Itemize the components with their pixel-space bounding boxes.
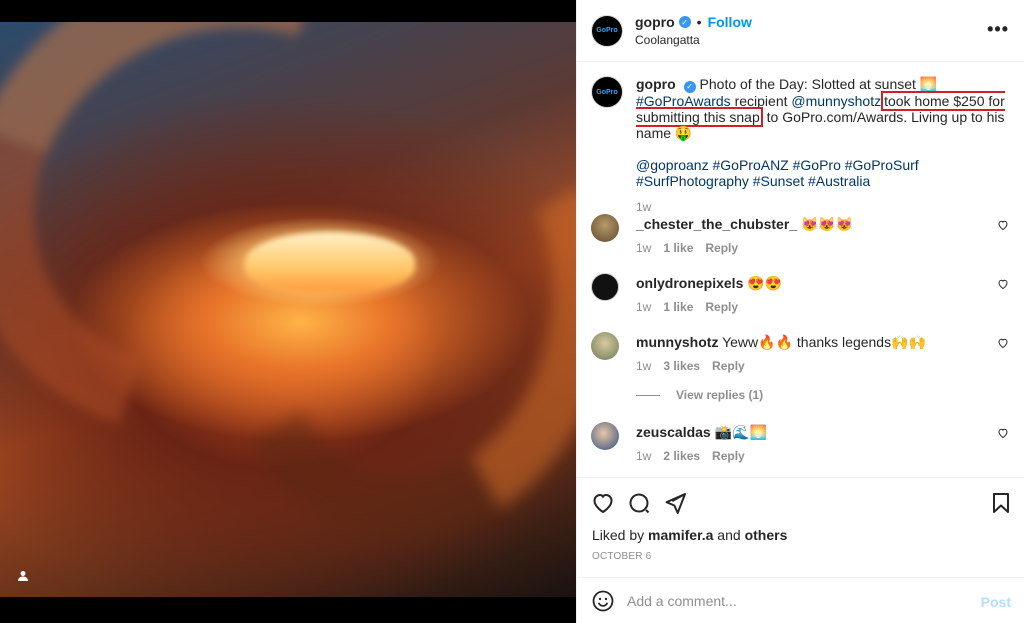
separator-dot: •	[696, 14, 702, 30]
post-comment-button[interactable]: Post	[981, 594, 1011, 610]
likes-and: and	[713, 527, 745, 543]
comment-input[interactable]	[627, 592, 967, 609]
comment-time: 1w	[636, 300, 652, 314]
liker-username[interactable]: mamifer.a	[648, 527, 713, 543]
comment-item: zeuscaldas 📸🌊🌅 1w 2 likes Reply	[591, 422, 1011, 464]
like-comment-icon[interactable]	[997, 219, 1009, 231]
reply-button[interactable]: Reply	[705, 299, 738, 315]
caption-text-1: Photo of the Day: Slotted at sunset 🌅	[699, 76, 938, 92]
user-tag-icon[interactable]	[14, 567, 32, 585]
heart-icon[interactable]	[591, 491, 615, 515]
caption-time: 1w	[636, 200, 652, 214]
likes-prefix: Liked by	[592, 527, 649, 543]
like-comment-icon[interactable]	[997, 337, 1009, 349]
bookmark-icon[interactable]	[989, 491, 1013, 515]
caption-tags[interactable]: @goproanz #GoProANZ #GoPro #GoProSurf #S…	[636, 157, 1011, 189]
post-photo[interactable]	[0, 0, 576, 623]
comment-likes[interactable]: 1 like	[663, 299, 693, 315]
post-header: GoPro gopro ✓ • Follow Coolangatta •••	[577, 0, 1024, 62]
wave-image[interactable]	[0, 22, 576, 597]
verified-badge-icon: ✓	[678, 16, 691, 28]
verified-badge-icon: ✓	[683, 81, 696, 93]
caption-text: gopro ✓ Photo of the Day: Slotted at suns…	[636, 76, 1011, 141]
comment-time: 1w	[636, 449, 652, 463]
comment-text: 😻😻😻	[800, 216, 854, 232]
avatar[interactable]: GoPro	[591, 14, 623, 47]
avatar-logo-text: GoPro	[596, 27, 618, 34]
caption-username[interactable]: gopro	[636, 76, 676, 92]
author-username[interactable]: gopro	[635, 14, 675, 30]
reply-button[interactable]: Reply	[712, 358, 745, 374]
avatar[interactable]: GoPro	[591, 76, 623, 108]
view-replies-button[interactable]: View replies (1)	[636, 388, 763, 402]
comment-text: Yeww🔥🔥 thanks legends🙌🙌	[722, 334, 926, 350]
comment-username[interactable]: onlydronepixels	[636, 275, 743, 291]
reply-button[interactable]: Reply	[705, 240, 738, 256]
avatar-logo-text: GoPro	[596, 88, 618, 96]
comment-text: 😍😍	[747, 275, 783, 291]
like-comment-icon[interactable]	[997, 278, 1009, 290]
comment-username[interactable]: munnyshotz	[636, 334, 718, 350]
share-icon[interactable]	[663, 491, 687, 515]
avatar[interactable]	[591, 273, 619, 301]
location-link[interactable]: Coolangatta	[635, 33, 752, 47]
like-comment-icon[interactable]	[997, 427, 1009, 439]
comment-likes[interactable]: 3 likes	[663, 358, 700, 374]
likes-others-link[interactable]: others	[745, 527, 788, 543]
comment-text: 📸🌊🌅	[714, 424, 767, 440]
avatar[interactable]	[591, 214, 619, 242]
post-actions	[577, 477, 1024, 527]
mention-link[interactable]: @munnyshotz	[791, 93, 881, 109]
comment-username[interactable]: zeuscaldas	[636, 424, 711, 440]
sunset-sky	[245, 232, 415, 292]
comment-likes[interactable]: 2 likes	[663, 448, 700, 464]
view-replies-line	[636, 394, 660, 396]
comment-item: onlydronepixels 😍😍 1w 1 like Reply	[591, 273, 1011, 315]
reply-button[interactable]: Reply	[712, 448, 745, 464]
post-date: OCTOBER 6	[592, 551, 652, 562]
comment-time: 1w	[636, 359, 652, 373]
add-comment-bar: Post	[577, 577, 1024, 623]
follow-button[interactable]: Follow	[708, 14, 752, 30]
comment-time: 1w	[636, 241, 652, 255]
likes-summary: Liked by mamifer.a and others	[592, 527, 787, 543]
comment-icon[interactable]	[627, 491, 651, 515]
comment-item: munnyshotz Yeww🔥🔥 thanks legends🙌🙌 1w 3 …	[591, 332, 1011, 374]
more-options-icon[interactable]: •••	[987, 20, 1009, 38]
comment-item: _chester_the_chubster_ 😻😻😻 1w 1 like Rep…	[591, 214, 1011, 256]
caption: GoPro gopro ✓ Photo of the Day: Slotted a…	[591, 76, 1011, 215]
comments-section[interactable]: GoPro gopro ✓ Photo of the Day: Slotted a…	[577, 62, 1024, 477]
post-details-panel: GoPro gopro ✓ • Follow Coolangatta ••• G…	[576, 0, 1024, 623]
avatar[interactable]	[591, 332, 619, 360]
comment-username[interactable]: _chester_the_chubster_	[636, 216, 797, 232]
emoji-icon[interactable]	[591, 589, 615, 613]
comment-likes[interactable]: 1 like	[663, 240, 693, 256]
avatar[interactable]	[591, 422, 619, 450]
view-replies-label: View replies (1)	[676, 388, 764, 402]
